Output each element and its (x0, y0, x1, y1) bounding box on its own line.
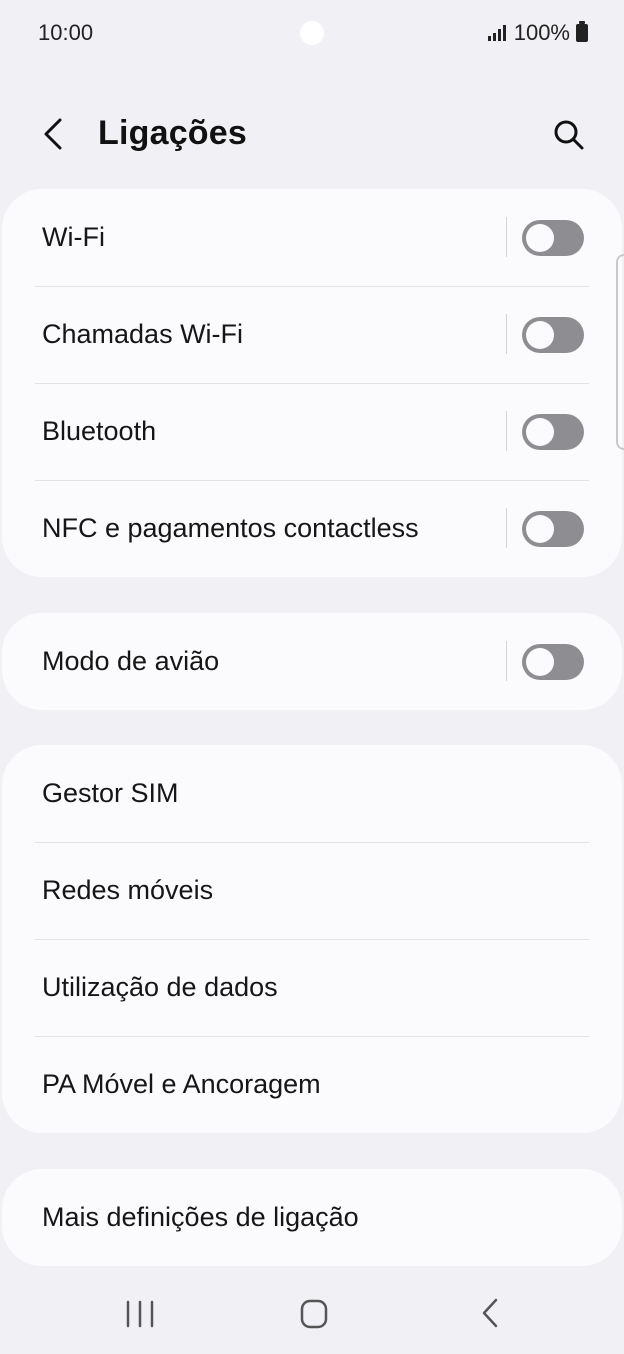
toggle-knob (526, 648, 554, 676)
toggle-knob (526, 224, 554, 252)
toggle-knob (526, 515, 554, 543)
status-icons: 100% (487, 20, 588, 46)
setting-label: PA Móvel e Ancoragem (42, 1069, 321, 1099)
scroll-indicator[interactable] (616, 254, 624, 450)
setting-row-nfc[interactable]: NFC e pagamentos contactless (2, 480, 622, 577)
bluetooth-toggle[interactable] (522, 414, 584, 450)
setting-row-more-connection-settings[interactable]: Mais definições de ligação (2, 1169, 622, 1266)
setting-row-mobile-networks[interactable]: Redes móveis (2, 842, 622, 939)
camera-cutout (300, 21, 324, 45)
recent-apps-icon (126, 1300, 154, 1328)
settings-group-connectivity: Wi-Fi Chamadas Wi-Fi Bluetooth NFC e pag… (2, 189, 622, 577)
app-bar: Ligações (0, 96, 624, 176)
setting-row-wifi-calling[interactable]: Chamadas Wi-Fi (2, 286, 622, 383)
signal-icon (487, 25, 506, 41)
divider (506, 641, 507, 681)
setting-row-wifi[interactable]: Wi-Fi (2, 189, 622, 286)
battery-percentage: 100% (513, 20, 570, 45)
setting-label: Bluetooth (42, 416, 157, 446)
airplane-mode-toggle[interactable] (522, 644, 584, 680)
setting-label: Chamadas Wi-Fi (42, 319, 244, 349)
settings-group-mobile: Gestor SIM Redes móveis Utilização de da… (2, 745, 622, 1133)
wifi-calling-toggle[interactable] (522, 317, 584, 353)
setting-row-hotspot-tethering[interactable]: PA Móvel e Ancoragem (2, 1036, 622, 1133)
search-button[interactable] (544, 110, 592, 158)
chevron-left-icon (44, 118, 62, 150)
setting-row-airplane-mode[interactable]: Modo de avião (2, 613, 622, 710)
home-icon (300, 1299, 328, 1329)
setting-label: NFC e pagamentos contactless (42, 513, 419, 543)
navigation-bar (0, 1270, 624, 1354)
setting-label: Gestor SIM (42, 778, 179, 808)
recent-apps-button[interactable] (116, 1296, 164, 1332)
settings-group-airplane: Modo de avião (2, 613, 622, 710)
page-title: Ligações (98, 114, 247, 152)
status-bar: 10:00 100% (0, 0, 624, 64)
setting-label: Wi-Fi (42, 222, 105, 252)
toggle-knob (526, 418, 554, 446)
setting-row-bluetooth[interactable]: Bluetooth (2, 383, 622, 480)
setting-label: Modo de avião (42, 646, 220, 676)
home-button[interactable] (290, 1294, 338, 1334)
nav-back-button[interactable] (464, 1294, 512, 1334)
search-icon (554, 120, 584, 150)
setting-row-data-usage[interactable]: Utilização de dados (2, 939, 622, 1036)
setting-label: Utilização de dados (42, 972, 278, 1002)
divider (506, 314, 507, 354)
setting-label: Redes móveis (42, 875, 214, 905)
settings-group-more: Mais definições de ligação (2, 1169, 622, 1266)
setting-label: Mais definições de ligação (42, 1202, 359, 1232)
divider (506, 508, 507, 548)
divider (506, 217, 507, 257)
status-time: 10:00 (38, 20, 94, 45)
phone-screen: 10:00 100% Ligações Wi-Fi Chamadas Wi-Fi… (0, 0, 624, 1354)
toggle-knob (526, 321, 554, 349)
battery-icon (576, 21, 588, 42)
setting-row-sim-manager[interactable]: Gestor SIM (2, 745, 622, 842)
back-button[interactable] (30, 110, 78, 158)
wifi-toggle[interactable] (522, 220, 584, 256)
back-icon (482, 1298, 498, 1328)
nfc-toggle[interactable] (522, 511, 584, 547)
divider (506, 411, 507, 451)
